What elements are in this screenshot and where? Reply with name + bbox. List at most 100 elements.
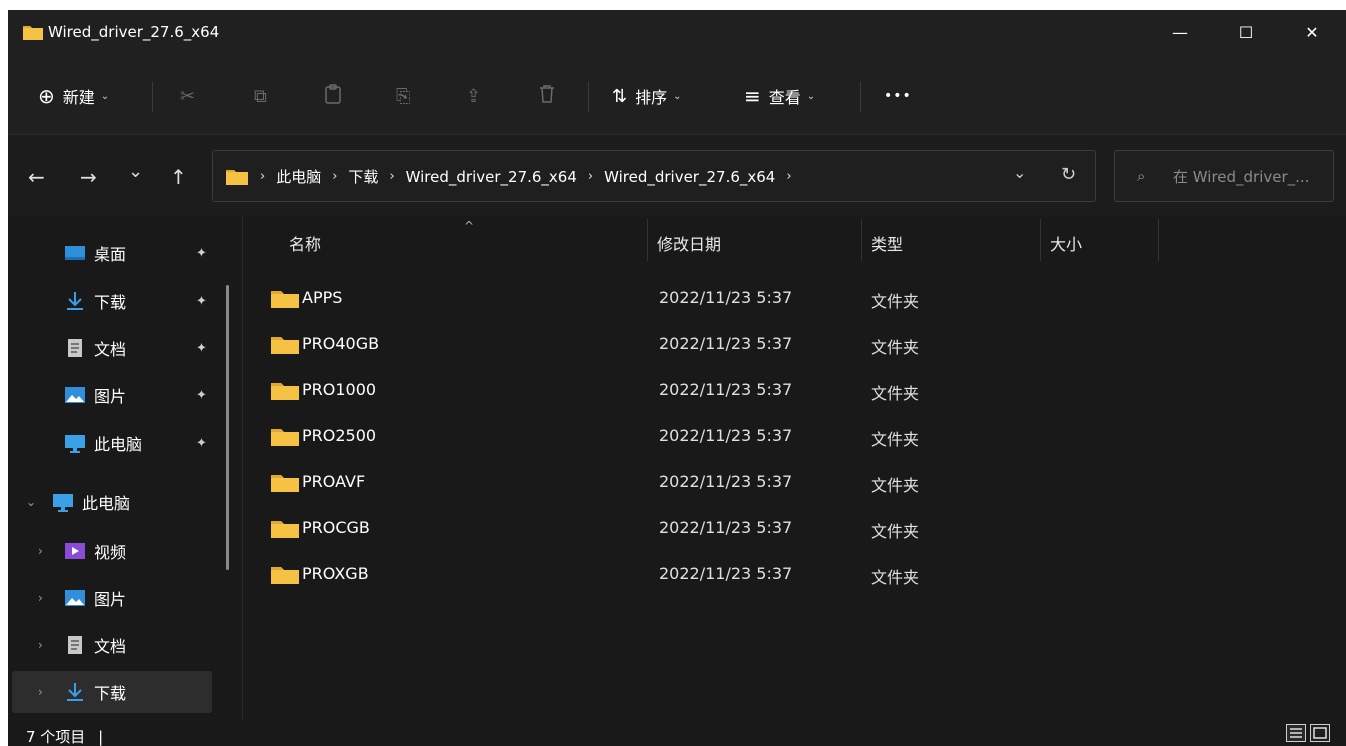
breadcrumb-chevron-icon: › — [389, 169, 395, 184]
column-header-name[interactable]: 名称 — [289, 231, 321, 255]
sidebar-item-pictures-pc[interactable]: › 图片 — [12, 577, 212, 619]
column-header-date[interactable]: 修改日期 — [657, 231, 721, 255]
forward-arrow-icon[interactable]: → — [80, 165, 97, 189]
file-row-pro1000[interactable]: PRO1000 2022/11/23 5:37 文件夹 — [270, 367, 1170, 413]
sort-ascending-icon: ^ — [464, 219, 475, 233]
recent-locations-icon[interactable]: ⌄ — [128, 161, 143, 182]
details-view-button[interactable] — [1286, 724, 1306, 742]
file-row-pro40gb[interactable]: PRO40GB 2022/11/23 5:37 文件夹 — [270, 321, 1170, 367]
file-date: 2022/11/23 5:37 — [659, 472, 793, 491]
file-name: PROCGB — [302, 518, 370, 537]
cut-button[interactable]: ✂ — [180, 80, 195, 112]
delete-button[interactable] — [538, 80, 556, 112]
share-button[interactable]: ⇪ — [466, 80, 481, 112]
close-icon: ✕ — [1305, 22, 1319, 42]
search-icon: ⌕ — [1137, 167, 1146, 185]
document-icon — [68, 636, 82, 654]
title-bar[interactable]: Wired_driver_27.6_x64 — ☐ ✕ — [8, 10, 1346, 58]
file-name: PRO40GB — [302, 334, 380, 353]
breadcrumb-folder[interactable]: Wired_driver_27.6_x64 — [406, 168, 577, 186]
chevron-right-icon[interactable]: › — [38, 638, 43, 652]
up-arrow-icon[interactable]: ↑ — [170, 165, 187, 189]
sidebar-item-downloads-pc[interactable]: › 下载 — [12, 671, 212, 713]
pin-icon: ✦ — [196, 245, 207, 261]
folder-icon — [271, 337, 299, 354]
file-date: 2022/11/23 5:37 — [659, 380, 793, 399]
chevron-down-icon: ⌄ — [100, 90, 110, 102]
scissors-icon: ✂ — [180, 85, 196, 107]
sidebar-item-downloads[interactable]: 下载 ✦ — [12, 280, 212, 322]
column-divider[interactable] — [1158, 219, 1159, 261]
pin-icon: ✦ — [196, 340, 207, 356]
file-name: PROAVF — [302, 472, 366, 491]
search-input[interactable]: 在 Wired_driver_... — [1173, 166, 1309, 187]
close-button[interactable]: ✕ — [1278, 10, 1346, 54]
chevron-right-icon[interactable]: › — [38, 685, 43, 699]
maximize-icon: ☐ — [1238, 22, 1254, 42]
file-row-procgb[interactable]: PROCGB 2022/11/23 5:37 文件夹 — [270, 505, 1170, 551]
refresh-icon[interactable]: ↻ — [1061, 164, 1076, 185]
file-name: PRO1000 — [302, 380, 377, 399]
copy-button[interactable]: ⧉ — [254, 80, 267, 112]
sidebar-item-documents[interactable]: 文档 ✦ — [12, 327, 212, 369]
maximize-button[interactable]: ☐ — [1212, 10, 1280, 54]
pictures-icon — [65, 590, 85, 606]
more-icon: ••• — [884, 88, 912, 104]
trash-icon — [538, 84, 556, 109]
column-divider[interactable] — [861, 219, 862, 261]
chevron-right-icon[interactable]: › — [38, 544, 43, 558]
sidebar-item-this-pc-pinned[interactable]: 此电脑 ✦ — [12, 422, 212, 464]
file-row-proxgb[interactable]: PROXGB 2022/11/23 5:37 文件夹 — [270, 551, 1170, 597]
breadcrumb-downloads[interactable]: 下载 — [348, 166, 378, 187]
pane-divider[interactable] — [242, 215, 243, 720]
new-button[interactable]: ⊕ 新建 ⌄ — [38, 80, 109, 112]
new-label: 新建 — [62, 88, 95, 107]
sidebar-item-documents-pc[interactable]: › 文档 — [12, 624, 212, 666]
chevron-right-icon[interactable]: › — [38, 591, 43, 605]
file-row-apps[interactable]: APPS 2022/11/23 5:37 文件夹 — [270, 275, 1170, 321]
command-bar: ⊕ 新建 ⌄ ✂ ⧉ ⎘ ⇪ ⇅ 排序 ⌄ ≡ 查看 ⌄ ••• — [8, 58, 1346, 135]
minimize-button[interactable]: — — [1146, 10, 1214, 54]
breadcrumb-this-pc[interactable]: 此电脑 — [276, 166, 321, 187]
file-type: 文件夹 — [871, 338, 920, 357]
file-type: 文件夹 — [871, 292, 920, 311]
file-row-pro2500[interactable]: PRO2500 2022/11/23 5:37 文件夹 — [270, 413, 1170, 459]
sidebar-item-videos[interactable]: › 视频 — [12, 530, 212, 572]
chevron-down-icon[interactable]: ⌄ — [26, 495, 36, 509]
file-date: 2022/11/23 5:37 — [659, 518, 793, 537]
folder-icon — [226, 169, 248, 185]
pin-icon: ✦ — [196, 387, 207, 403]
paste-icon — [324, 83, 342, 109]
column-header-type[interactable]: 类型 — [871, 231, 903, 255]
computer-icon — [53, 494, 73, 512]
paste-button[interactable] — [324, 80, 342, 112]
file-row-proavf[interactable]: PROAVF 2022/11/23 5:37 文件夹 — [270, 459, 1170, 505]
sidebar-scrollbar[interactable] — [226, 285, 229, 570]
file-date: 2022/11/23 5:37 — [659, 564, 793, 583]
window-title: Wired_driver_27.6_x64 — [48, 23, 220, 41]
address-bar[interactable]: › 此电脑 › 下载 › Wired_driver_27.6_x64 › Wir… — [212, 150, 1096, 202]
download-icon — [67, 683, 83, 701]
sidebar-item-pictures[interactable]: 图片 ✦ — [12, 374, 212, 416]
sidebar-item-this-pc[interactable]: ⌄ 此电脑 — [12, 481, 212, 523]
back-arrow-icon[interactable]: ← — [28, 165, 45, 189]
desktop-icon — [65, 246, 85, 260]
sort-button[interactable]: ⇅ 排序 ⌄ — [612, 80, 682, 112]
plus-circle-icon: ⊕ — [38, 84, 55, 108]
column-divider[interactable] — [647, 219, 648, 261]
breadcrumb: › 此电脑 › 下载 › Wired_driver_27.6_x64 › Wir… — [225, 166, 803, 187]
view-button[interactable]: ≡ 查看 ⌄ — [744, 80, 815, 112]
sidebar-item-label: 此电脑 — [94, 435, 143, 454]
column-divider[interactable] — [1040, 219, 1041, 261]
details-view-icon — [1290, 728, 1302, 738]
breadcrumb-current-folder[interactable]: Wired_driver_27.6_x64 — [604, 168, 775, 186]
column-header-size[interactable]: 大小 — [1050, 231, 1082, 255]
search-box[interactable]: ⌕ 在 Wired_driver_... — [1114, 150, 1334, 202]
tiles-view-button[interactable] — [1310, 724, 1330, 742]
breadcrumb-chevron-icon: › — [332, 169, 338, 184]
rename-button[interactable]: ⎘ — [396, 80, 410, 112]
file-name: PROXGB — [302, 564, 369, 583]
sidebar-item-desktop[interactable]: 桌面 ✦ — [12, 232, 212, 274]
address-dropdown-icon[interactable]: ⌄ — [1013, 163, 1026, 182]
more-options-button[interactable]: ••• — [884, 80, 912, 112]
